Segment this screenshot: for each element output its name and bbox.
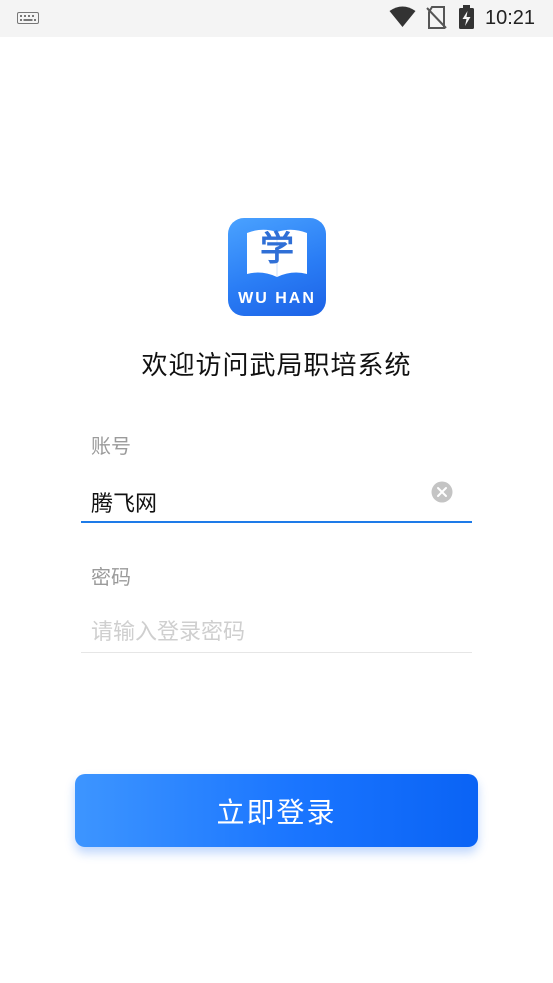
logo-glyph: 学 — [260, 229, 294, 269]
password-label: 密码 — [91, 565, 131, 589]
clear-input-icon[interactable] — [431, 481, 453, 503]
login-button[interactable]: 立即登录 — [75, 774, 478, 847]
status-time: 10:21 — [485, 7, 536, 29]
wifi-icon — [389, 6, 416, 27]
battery-charging-icon — [459, 5, 474, 29]
password-input[interactable] — [91, 615, 461, 649]
account-input[interactable]: 腾飞网 — [91, 486, 157, 518]
logo-caption: WU HAN — [238, 290, 316, 307]
keyboard-icon — [17, 12, 39, 24]
status-bar: 10:21 — [0, 0, 553, 37]
account-underline — [81, 521, 472, 523]
account-label: 账号 — [91, 434, 131, 458]
no-sim-icon — [426, 6, 447, 29]
app-logo: 学 WU HAN — [228, 218, 326, 316]
welcome-title: 欢迎访问武局职培系统 — [141, 351, 412, 381]
password-underline — [81, 652, 472, 653]
